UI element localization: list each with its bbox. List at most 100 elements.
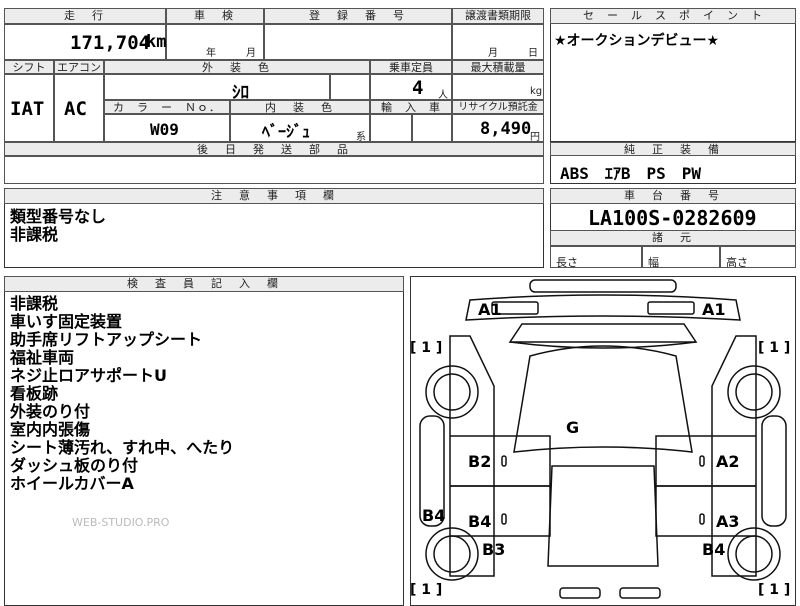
aircon-header: エアコン [54,60,104,74]
mark-b4-side: B4 [422,506,446,525]
equipment-header: 純 正 装 備 [550,142,796,156]
interior-header: 内 装 色 [230,100,370,114]
inspector-lines: 非課税 車いす固定装置 助手席リフトアップシート 福祉車両 ネジ止ロアサポートU… [10,295,234,493]
aircon-value: AC [64,98,87,120]
inspector-line: ホイールカバーA [10,474,134,493]
door-handle-right-2 [699,513,705,525]
registration-cell [264,24,452,60]
wheel-score-br: [ 1 ] [758,582,791,598]
cabin-floor [547,465,659,567]
wheel-front-left-hub [433,373,471,411]
caution-line: 非課税 [10,225,59,244]
wheel-score-tl: [ 1 ] [410,340,443,356]
transfer-day: 日 [528,48,538,59]
equipment-text: ABS ｴｱB PS PW [560,164,702,183]
caution-header: 注 意 事 項 欄 [4,188,544,204]
mark-a1-right: A1 [702,300,726,319]
mark-b4-right: B4 [702,540,726,559]
hood-outline [465,294,741,321]
chassis-header: 車 台 番 号 [550,188,796,204]
door-handle-right [699,455,705,467]
distance-header: 走 行 [4,8,166,24]
right-sill [761,415,787,527]
inspector-line: 助手席リフトアップシート [10,330,203,349]
mark-a2: A2 [716,452,740,471]
recycle-value: 8,490 [480,119,532,139]
distance-value: 171,704 [70,32,151,54]
sales-point-header: セ ー ル ス ポ イ ン ト [550,8,796,24]
exterior-header: 外 装 色 [104,60,370,74]
mark-b2: B2 [468,452,492,471]
wheel-score-tr: [ 1 ] [758,340,791,356]
inspector-line: ダッシュ板のり付 [10,456,139,475]
right-door-front [655,435,756,487]
recycle-unit: 円 [530,132,540,143]
import-cell-b [412,114,452,142]
inspection-header: 車 検 [166,8,264,24]
wheel-front-right-hub [735,373,773,411]
front-bumper [529,279,677,293]
inspector-line: ネジ止ロアサポートU [10,366,167,385]
caution-line: 類型番号なし [10,207,107,226]
transfer-header: 譲渡書類期限 [452,8,544,24]
height-label: 高さ [726,256,748,269]
inspector-line: 車いす固定装置 [10,312,123,331]
rear-bumper-left [559,587,601,599]
inspector-line: 看板跡 [10,384,59,403]
right-door-rear [655,485,756,537]
inspector-line: 福祉車両 [10,348,75,367]
wheel-rear-right-hub [735,535,773,573]
import-cell-a [370,114,412,142]
shift-header: シフト [4,60,54,74]
distance-unit: km [146,32,167,52]
max-load-header: 最大積載量 [452,60,544,74]
mark-b3: B3 [482,540,506,559]
parts-header: 後 日 発 送 部 品 [4,142,544,156]
inspector-line: シート薄汚れ、すれ中、へたり [10,438,235,457]
interior-suffix: 系 [356,132,366,143]
wheel-score-bl: [ 1 ] [410,582,443,598]
wheel-rear-left-hub [433,535,471,573]
chassis-value: LA100S-0282609 [588,206,757,230]
max-load-unit: kg [530,86,543,97]
inspector-line: 外装のり付 [10,402,91,421]
left-door-rear [450,485,551,537]
transfer-month: 月 [488,48,498,59]
windshield [508,323,698,343]
headlight-right [647,301,695,315]
inspection-year: 年 [206,48,216,59]
door-handle-left-2 [501,513,507,525]
capacity-value: 4 [412,77,424,99]
rear-bumper-right [619,587,661,599]
cowl [509,341,697,349]
width-label: 幅 [648,256,659,269]
exterior-cell-2 [330,74,370,100]
inspector-header: 検 査 員 記 入 欄 [4,276,404,292]
mark-g: G [566,418,580,437]
inspection-month: 月 [246,48,256,59]
mark-a3: A3 [716,512,740,531]
capacity-header: 乗車定員 [370,60,452,74]
sales-point-text: ★オークションデビュー★ [554,33,720,49]
left-door-front [450,435,551,487]
shift-value: IAT [10,98,45,120]
color-no-header: カ ラ ー Ｎｏ． [104,100,230,114]
dims-header: 諸 元 [550,230,796,246]
mark-a1-left: A1 [478,300,502,319]
interior-value: ﾍﾞｰｼﾞｭ [262,122,311,141]
mark-b4-mid: B4 [468,512,492,531]
exterior-cell [104,74,330,100]
car-diagram [419,279,787,599]
registration-header: 登 録 番 号 [264,8,452,24]
color-no-value: W09 [150,120,179,139]
capacity-unit: 人 [438,90,448,101]
recycle-header: リサイクル預託金 [452,100,544,114]
length-label: 長さ [556,256,578,269]
inspector-line: 非課税 [10,294,59,313]
watermark: WEB-STUDIO.PRO [72,516,170,529]
caution-lines: 類型番号なし 非課税 [10,208,106,244]
import-header: 輸 入 車 [370,100,452,114]
sales-point-box [550,8,796,142]
door-handle-left [501,455,507,467]
parts-cell [4,156,544,184]
